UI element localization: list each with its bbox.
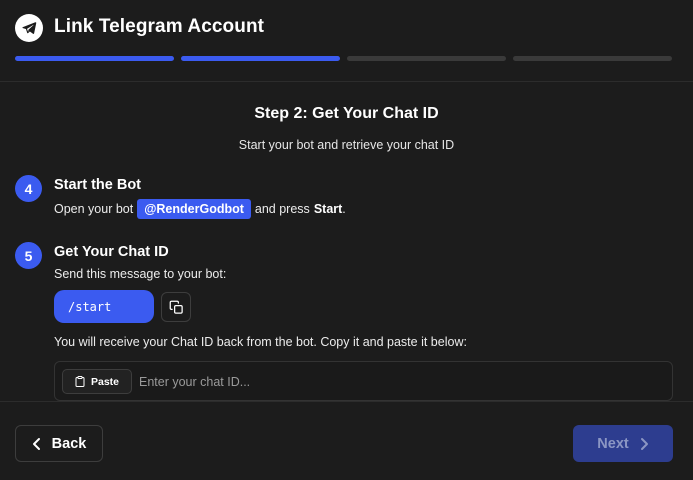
next-label: Next — [597, 435, 629, 452]
paste-button[interactable]: Paste — [62, 369, 132, 394]
paste-label: Paste — [91, 375, 120, 388]
back-label: Back — [51, 435, 87, 452]
footer: Back Next — [0, 401, 693, 480]
step-number-badge: 5 — [15, 242, 42, 269]
back-button[interactable]: Back — [15, 425, 103, 462]
header: Link Telegram Account — [0, 0, 693, 82]
dialog-title: Link Telegram Account — [54, 16, 265, 37]
start-command[interactable]: /start — [54, 290, 154, 323]
copy-icon — [169, 300, 183, 314]
receive-chat-id-text: You will receive your Chat ID back from … — [54, 335, 467, 349]
item-title-start-bot: Start the Bot — [54, 177, 141, 193]
text-bold-start: Start — [313, 202, 343, 216]
clipboard-icon — [75, 376, 85, 387]
bot-username-link[interactable]: @RenderGodbot — [137, 199, 251, 219]
step-content: Step 2: Get Your Chat ID Start your bot … — [0, 83, 693, 401]
step-title: Step 2: Get Your Chat ID — [254, 105, 439, 122]
item-title-get-chat-id: Get Your Chat ID — [54, 244, 169, 260]
chat-id-input[interactable] — [139, 370, 659, 394]
step-subtitle: Start your bot and retrieve your chat ID — [238, 138, 455, 152]
send-message-instruction: Send this message to your bot: — [54, 267, 227, 281]
progress-segment-2 — [181, 56, 340, 61]
progress-segment-1 — [15, 56, 174, 61]
next-button[interactable]: Next — [573, 425, 673, 462]
chevron-left-icon — [32, 437, 40, 450]
copy-command-button[interactable] — [161, 292, 191, 322]
text-after: and press — [254, 202, 310, 216]
text-before: Open your bot — [54, 202, 134, 216]
progress-bar — [15, 56, 672, 61]
progress-segment-3 — [347, 56, 506, 61]
chat-id-field: Paste — [54, 361, 673, 401]
progress-segment-4 — [513, 56, 672, 61]
text-end: . — [342, 202, 346, 216]
telegram-icon — [15, 14, 43, 42]
step-number-badge: 4 — [15, 175, 42, 202]
chevron-right-icon — [640, 437, 648, 450]
item-text-start-bot: Open your bot @RenderGodbot and press St… — [54, 199, 346, 219]
